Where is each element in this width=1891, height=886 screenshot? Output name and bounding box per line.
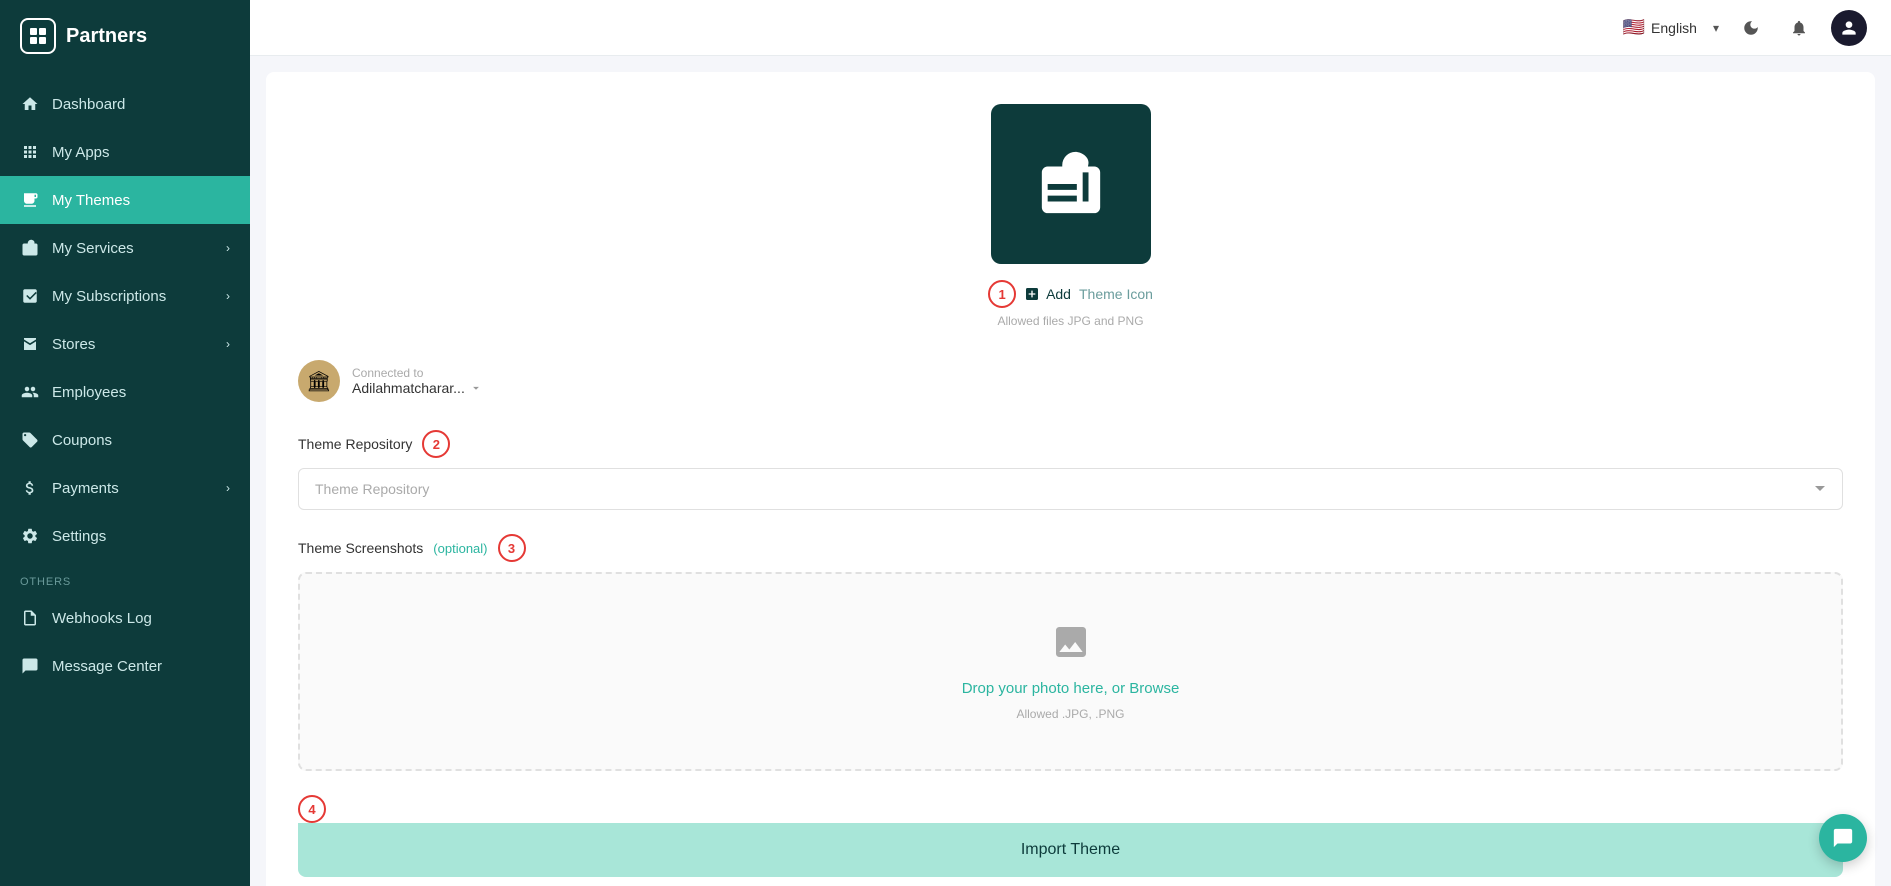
- drop-zone-text: Drop your photo here, or Browse: [962, 680, 1180, 697]
- screenshot-drop-zone[interactable]: Drop your photo here, or Browse Allowed …: [298, 572, 1843, 771]
- sidebar-item-label: My Subscriptions: [52, 288, 166, 305]
- add-theme-icon-button[interactable]: Add: [1024, 286, 1071, 302]
- payments-icon: [20, 478, 40, 498]
- theme-repository-select[interactable]: Theme Repository: [298, 468, 1843, 510]
- header: 🇺🇸 English ▾: [250, 0, 1891, 56]
- theme-repository-label-row: Theme Repository 2: [298, 430, 1843, 458]
- messages-icon: [20, 656, 40, 676]
- content-area: 1 Add Theme Icon Allowed files JPG and P…: [266, 72, 1875, 886]
- sidebar-item-label: Settings: [52, 528, 106, 545]
- import-theme-button[interactable]: Import Theme: [298, 823, 1843, 877]
- main-area: 🇺🇸 English ▾ 1: [250, 0, 1891, 886]
- sidebar-item-employees[interactable]: Employees: [0, 368, 250, 416]
- app-name: Partners: [66, 25, 147, 48]
- step-3-badge: 3: [498, 534, 526, 562]
- webhooks-icon: [20, 608, 40, 628]
- page-content: 1 Add Theme Icon Allowed files JPG and P…: [250, 56, 1891, 886]
- sidebar-item-label: Dashboard: [52, 96, 125, 113]
- sidebar-item-stores[interactable]: Stores ›: [0, 320, 250, 368]
- flag-icon: 🇺🇸: [1623, 17, 1645, 38]
- theme-screenshots-label: Theme Screenshots: [298, 540, 423, 556]
- theme-screenshots-section: Theme Screenshots (optional) 3 Drop your…: [298, 534, 1843, 771]
- chevron-right-icon: ›: [226, 481, 230, 495]
- sidebar-item-label: My Services: [52, 240, 134, 257]
- services-icon: [20, 238, 40, 258]
- stores-icon: [20, 334, 40, 354]
- user-avatar[interactable]: [1831, 10, 1867, 46]
- connected-section: 🏛 Connected to Adilahmatcharar...: [298, 360, 1843, 402]
- sidebar-item-label: Payments: [52, 480, 119, 497]
- drop-zone-allowed-text: Allowed .JPG, .PNG: [1016, 707, 1124, 721]
- allowed-files-text: Allowed files JPG and PNG: [997, 314, 1143, 328]
- language-selector[interactable]: 🇺🇸 English: [1623, 17, 1697, 38]
- others-section-label: OTHERS: [0, 560, 250, 594]
- settings-icon: [20, 526, 40, 546]
- sidebar-item-dashboard[interactable]: Dashboard: [0, 80, 250, 128]
- connected-info: Connected to Adilahmatcharar...: [352, 366, 483, 396]
- chevron-right-icon: ›: [226, 337, 230, 351]
- theme-icon-box: [991, 104, 1151, 264]
- step4-row: 4: [298, 795, 1843, 823]
- sidebar-item-message-center[interactable]: Message Center: [0, 642, 250, 690]
- moon-icon[interactable]: [1735, 12, 1767, 44]
- chevron-right-icon: ›: [226, 241, 230, 255]
- sidebar-item-my-subscriptions[interactable]: My Subscriptions ›: [0, 272, 250, 320]
- theme-screenshots-label-row: Theme Screenshots (optional) 3: [298, 534, 1843, 562]
- browse-link[interactable]: Browse: [1129, 680, 1179, 697]
- sidebar: Partners Dashboard My Apps My Themes: [0, 0, 250, 886]
- upload-image-icon: [1051, 622, 1091, 670]
- connected-name: Adilahmatcharar...: [352, 380, 483, 396]
- sidebar-item-webhooks-log[interactable]: Webhooks Log: [0, 594, 250, 642]
- sidebar-item-label: Webhooks Log: [52, 610, 152, 627]
- coupons-icon: [20, 430, 40, 450]
- notifications-icon[interactable]: [1783, 12, 1815, 44]
- subscriptions-icon: [20, 286, 40, 306]
- chevron-down-icon: [469, 381, 483, 395]
- sidebar-item-my-apps[interactable]: My Apps: [0, 128, 250, 176]
- language-label: English: [1651, 20, 1697, 36]
- connected-label: Connected to: [352, 366, 483, 380]
- chevron-right-icon: ›: [226, 289, 230, 303]
- sidebar-item-my-themes[interactable]: My Themes: [0, 176, 250, 224]
- language-chevron-icon[interactable]: ▾: [1713, 21, 1719, 35]
- sidebar-item-label: Stores: [52, 336, 95, 353]
- employees-icon: [20, 382, 40, 402]
- chat-button[interactable]: [1819, 814, 1867, 862]
- theme-icon-section: 1 Add Theme Icon Allowed files JPG and P…: [298, 104, 1843, 328]
- theme-repository-label: Theme Repository: [298, 436, 412, 452]
- themes-icon: [20, 190, 40, 210]
- sidebar-item-label: Coupons: [52, 432, 112, 449]
- sidebar-item-label: Employees: [52, 384, 126, 401]
- sidebar-item-label: Message Center: [52, 658, 162, 675]
- home-icon: [20, 94, 40, 114]
- step-2-badge: 2: [422, 430, 450, 458]
- connected-avatar: 🏛: [298, 360, 340, 402]
- sidebar-item-payments[interactable]: Payments ›: [0, 464, 250, 512]
- sidebar-item-settings[interactable]: Settings: [0, 512, 250, 560]
- sidebar-item-label: My Apps: [52, 144, 110, 161]
- theme-screenshots-optional: (optional): [433, 541, 487, 556]
- step-4-badge: 4: [298, 795, 326, 823]
- sidebar-nav: Dashboard My Apps My Themes My Services …: [0, 72, 250, 886]
- apps-icon: [20, 142, 40, 162]
- theme-icon-text: Theme Icon: [1079, 286, 1153, 302]
- step-1-badge: 1: [988, 280, 1016, 308]
- sidebar-item-label: My Themes: [52, 192, 130, 209]
- sidebar-item-my-services[interactable]: My Services ›: [0, 224, 250, 272]
- add-label: Add: [1046, 286, 1071, 302]
- sidebar-item-coupons[interactable]: Coupons: [0, 416, 250, 464]
- add-theme-icon-row: 1 Add Theme Icon: [988, 280, 1153, 308]
- app-logo[interactable]: Partners: [0, 0, 250, 72]
- logo-icon: [20, 18, 56, 54]
- theme-repository-section: Theme Repository 2 Theme Repository: [298, 430, 1843, 510]
